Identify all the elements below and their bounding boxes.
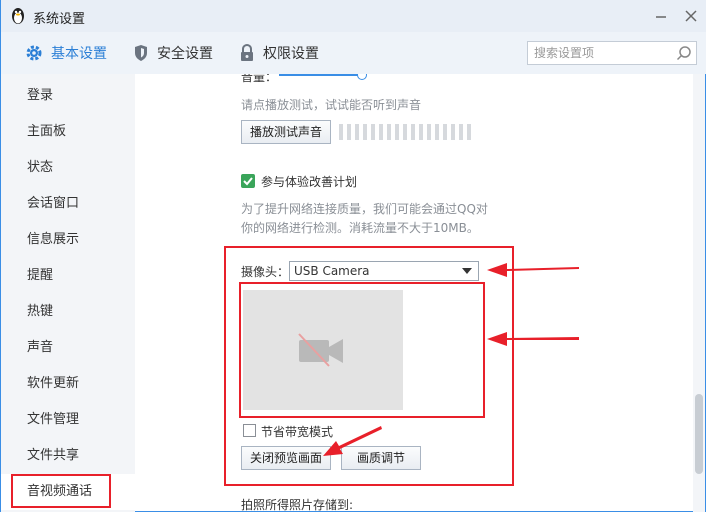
quality-adjust-button[interactable]: 画质调节 xyxy=(341,446,421,470)
sidebar-item-label: 文件共享 xyxy=(27,448,80,463)
search-input[interactable] xyxy=(534,44,670,62)
tab-label: 权限设置 xyxy=(263,46,319,62)
sidebar-item-sound[interactable]: 声音 xyxy=(1,330,135,366)
photo-save-label: 拍照所得照片存储到: xyxy=(241,498,354,512)
minimize-button[interactable] xyxy=(651,6,671,26)
qq-penguin-icon xyxy=(12,8,24,24)
camera-off-icon xyxy=(298,333,343,367)
camera-select-value: USB Camera xyxy=(294,264,370,278)
tab-basic-settings[interactable]: 基本设置 xyxy=(25,42,107,64)
sidebar-item-label: 提醒 xyxy=(27,268,54,283)
sidebar-item-label: 软件更新 xyxy=(27,376,80,391)
sidebar-item-info-display[interactable]: 信息展示 xyxy=(1,222,135,258)
play-hint-text: 请点播放测试，试试能否听到声音 xyxy=(241,98,422,112)
content-scrollbar-thumb[interactable] xyxy=(695,394,703,474)
title-bar: 系统设置 xyxy=(1,0,706,32)
sidebar-item-software-update[interactable]: 软件更新 xyxy=(1,366,135,402)
sidebar-item-label: 音视频通话 xyxy=(27,484,93,499)
search-box xyxy=(527,41,697,65)
tab-security-settings[interactable]: 安全设置 xyxy=(133,42,213,64)
sidebar-item-label: 热键 xyxy=(27,304,54,319)
sidebar-item-reminder[interactable]: 提醒 xyxy=(1,258,135,294)
sidebar-item-login[interactable]: 登录 xyxy=(1,78,135,114)
sidebar-item-label: 状态 xyxy=(27,160,54,175)
tab-permission-settings[interactable]: 权限设置 xyxy=(239,42,319,64)
close-icon xyxy=(685,10,697,22)
gear-icon xyxy=(26,45,42,61)
sidebar-item-label: 主面板 xyxy=(27,124,67,139)
dropdown-arrow-icon xyxy=(462,268,472,274)
improve-plan-desc-1: 为了提升网络连接质量，我们可能会通过QQ对 xyxy=(241,202,488,216)
sidebar-item-label: 信息展示 xyxy=(27,232,80,247)
settings-content: 音量： 请点播放测试，试试能否听到声音 播放测试声音 参与体验改善计划 为了提升… xyxy=(135,74,693,512)
sidebar-item-status[interactable]: 状态 xyxy=(1,150,135,186)
save-bandwidth-checkbox[interactable] xyxy=(243,424,256,437)
shield-icon xyxy=(135,45,147,61)
volume-label: 音量： xyxy=(241,74,278,84)
camera-preview xyxy=(243,290,403,410)
settings-window: 系统设置 基本设置 安全设置 权限设置 搜索设置项 登录 主面板 状态 会话窗口… xyxy=(0,0,706,512)
sidebar-item-chat-window[interactable]: 会话窗口 xyxy=(1,186,135,222)
sidebar-item-label: 登录 xyxy=(27,88,54,103)
camera-label: 摄像头： xyxy=(241,265,290,279)
tab-label: 安全设置 xyxy=(157,46,213,62)
sidebar-item-av-call[interactable]: 音视频通话 xyxy=(1,474,135,510)
lock-icon xyxy=(241,44,253,61)
sidebar-item-file-management[interactable]: 文件管理 xyxy=(1,402,135,438)
improve-plan-label: 参与体验改善计划 xyxy=(261,175,358,189)
tab-label: 基本设置 xyxy=(51,46,107,62)
save-bandwidth-label: 节省带宽模式 xyxy=(261,425,334,439)
search-icon[interactable] xyxy=(676,45,692,61)
minimize-icon xyxy=(656,16,666,18)
sidebar-item-file-sharing[interactable]: 文件共享 xyxy=(1,438,135,474)
improve-plan-checkbox[interactable] xyxy=(241,174,255,188)
play-test-sound-button[interactable]: 播放测试声音 xyxy=(241,120,331,144)
volume-slider-thumb[interactable] xyxy=(357,74,367,80)
sidebar-item-label: 会话窗口 xyxy=(27,196,80,211)
window-title: 系统设置 xyxy=(33,12,86,27)
sidebar-item-label: 文件管理 xyxy=(27,412,80,427)
sidebar-item-main-panel[interactable]: 主面板 xyxy=(1,114,135,150)
sidebar: 登录 主面板 状态 会话窗口 信息展示 提醒 热键 声音 软件更新 文件管理 文… xyxy=(1,74,135,512)
checkmark-icon xyxy=(243,177,253,186)
sidebar-item-label: 声音 xyxy=(27,340,54,355)
improve-plan-desc-2: 你的网络进行检测。消耗流量不大于10MB。 xyxy=(241,221,479,235)
close-button[interactable] xyxy=(681,6,701,26)
close-preview-button[interactable]: 关闭预览画面 xyxy=(241,446,331,470)
sidebar-item-hotkeys[interactable]: 热键 xyxy=(1,294,135,330)
camera-select[interactable]: USB Camera xyxy=(289,261,479,281)
volume-slider-track[interactable] xyxy=(279,74,361,76)
